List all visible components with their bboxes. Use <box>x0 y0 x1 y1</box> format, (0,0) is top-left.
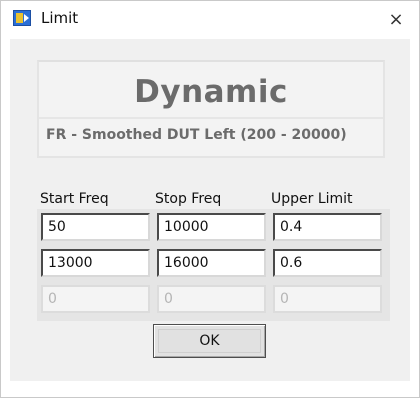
limit-table: 50 10000 0.4 13000 16000 0.6 0 0 0 <box>37 209 390 321</box>
stop-freq-cell-row-2[interactable]: 16000 <box>157 249 266 277</box>
column-header-start-freq: Start Freq <box>40 191 109 207</box>
start-freq-cell-row-2[interactable]: 13000 <box>41 249 150 277</box>
limit-type-title: Dynamic <box>134 74 288 110</box>
window-title: Limit <box>41 9 79 27</box>
header-panel: Dynamic FR - Smoothed DUT Left (200 - 20… <box>37 60 385 158</box>
limit-dialog: Limit × Dynamic FR - Smoothed DUT Left (… <box>0 0 420 398</box>
measurement-name: FR - Smoothed DUT Left (200 - 20000) <box>46 127 347 143</box>
title-bar: Limit × <box>1 1 419 39</box>
stop-freq-cell-row-3[interactable]: 0 <box>157 285 266 313</box>
upper-limit-cell-row-1[interactable]: 0.4 <box>273 213 382 241</box>
start-freq-cell-row-1[interactable]: 50 <box>41 213 150 241</box>
stop-freq-cell-row-1[interactable]: 10000 <box>157 213 266 241</box>
close-icon[interactable]: × <box>379 5 413 33</box>
dialog-body: Dynamic FR - Smoothed DUT Left (200 - 20… <box>10 39 410 381</box>
header-divider <box>39 117 383 119</box>
column-header-stop-freq: Stop Freq <box>155 191 222 207</box>
app-icon <box>13 10 31 26</box>
upper-limit-cell-row-3[interactable]: 0 <box>273 285 382 313</box>
column-header-upper-limit: Upper Limit <box>271 191 353 207</box>
ok-button[interactable]: OK <box>153 324 266 358</box>
upper-limit-cell-row-2[interactable]: 0.6 <box>273 249 382 277</box>
start-freq-cell-row-3[interactable]: 0 <box>41 285 150 313</box>
